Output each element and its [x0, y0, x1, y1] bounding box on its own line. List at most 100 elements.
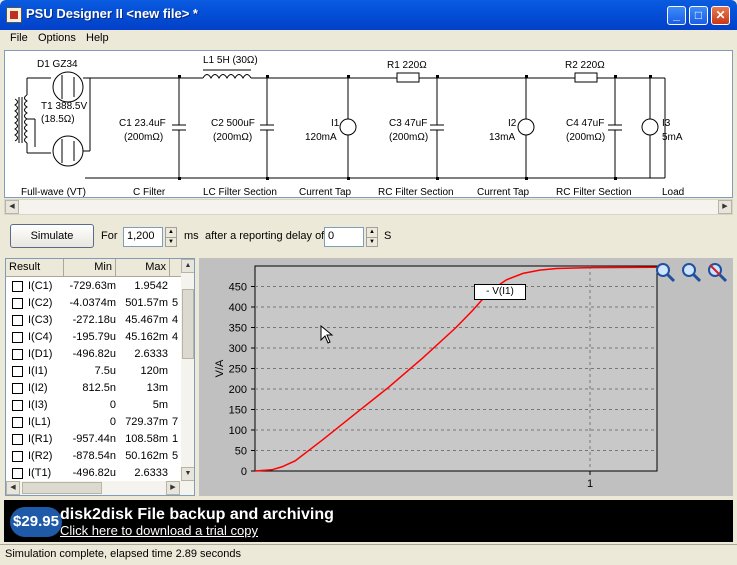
label-i3-current: 5mA [662, 132, 683, 143]
table-row[interactable]: I(D1) -496.82u 2.6333 [6, 346, 182, 363]
zoom-reset-icon[interactable] [706, 261, 728, 283]
section-rc-filter-2[interactable]: RC Filter Section [556, 187, 632, 197]
scroll-right-icon[interactable]: ▶ [166, 481, 180, 495]
row-checkbox[interactable] [12, 366, 23, 377]
header-max[interactable]: Max [116, 259, 170, 277]
mouse-cursor-icon [320, 324, 334, 348]
y-tick-label: 100 [229, 425, 247, 437]
row-result-name: I(L1) [28, 416, 51, 428]
duration-input[interactable]: 1,200 [123, 227, 163, 247]
schematic-canvas[interactable]: D1 GZ34 T1 388.5V (18.5Ω) L1 5H (30Ω) R1… [4, 50, 733, 198]
maximize-button[interactable]: □ [689, 6, 708, 25]
spin-up-icon[interactable]: ▲ [367, 228, 377, 238]
section-current-tap-2[interactable]: Current Tap [477, 187, 529, 197]
table-row[interactable]: I(C1) -729.63m 1.9542 [6, 278, 182, 295]
header-min[interactable]: Min [64, 259, 116, 277]
table-row[interactable]: I(R1) -957.44n 108.58m 1 [6, 431, 182, 448]
table-row[interactable]: I(T1) -496.82u 2.6333 [6, 465, 182, 482]
row-checkbox[interactable] [12, 298, 23, 309]
row-checkbox[interactable] [12, 434, 23, 445]
row-checkbox[interactable] [12, 349, 23, 360]
simulate-button[interactable]: Simulate [10, 224, 94, 248]
row-max-value: 45.162m [125, 331, 168, 343]
table-row[interactable]: I(C4) -195.79u 45.162m 4 [6, 329, 182, 346]
results-vscrollbar[interactable]: ▲ ▼ [181, 259, 194, 481]
zoom-in-icon[interactable] [654, 261, 676, 283]
row-min-value: 7.5u [94, 365, 116, 377]
section-lc-filter[interactable]: LC Filter Section [203, 187, 277, 197]
for-label: For [101, 230, 118, 242]
row-checkbox[interactable] [12, 281, 23, 292]
chart-panel[interactable]: 0 50 100 150 200 250 300 350 400 450 1 V/A [199, 258, 733, 496]
banner-download-link[interactable]: Click here to download a trial copy [60, 523, 258, 538]
delay-stepper[interactable]: ▲ ▼ [366, 227, 378, 247]
close-button[interactable]: ✕ [711, 6, 730, 25]
y-tick-label: 350 [229, 323, 247, 335]
row-checkbox[interactable] [12, 315, 23, 326]
section-current-tap-1[interactable]: Current Tap [299, 187, 351, 197]
row-max-value: 108.58m [125, 433, 168, 445]
row-extra-value: 5 [172, 297, 179, 309]
menu-options[interactable]: Options [38, 32, 76, 44]
price-badge: $29.95 [10, 507, 62, 537]
scroll-down-icon[interactable]: ▼ [181, 467, 194, 481]
section-rc-filter-1[interactable]: RC Filter Section [378, 187, 454, 197]
row-min-value: -878.54n [72, 450, 116, 462]
zoom-out-icon[interactable] [680, 261, 702, 283]
ms-label: ms [184, 230, 199, 242]
duration-stepper[interactable]: ▲ ▼ [165, 227, 177, 247]
app-icon[interactable] [6, 7, 22, 23]
menu-help[interactable]: Help [86, 32, 109, 44]
row-min-value: -496.82u [72, 348, 116, 360]
spin-down-icon[interactable]: ▼ [367, 238, 377, 247]
status-bar: Simulation complete, elapsed time 2.89 s… [0, 544, 737, 565]
y-tick-label: 50 [235, 446, 247, 458]
table-row[interactable]: I(I2) 812.5n 13m [6, 380, 182, 397]
row-result-name: I(R2) [28, 450, 53, 462]
results-hscrollbar[interactable]: ◀ ▶ [6, 481, 194, 495]
table-row[interactable]: I(C2) -4.0374m 501.57m 5 [6, 295, 182, 312]
hscroll-thumb[interactable] [22, 482, 102, 494]
y-tick-label: 250 [229, 364, 247, 376]
scroll-left-icon[interactable]: ◀ [6, 481, 20, 495]
table-row[interactable]: I(I1) 7.5u 120m [6, 363, 182, 380]
section-c-filter[interactable]: C Filter [133, 187, 165, 197]
voltage-chart[interactable]: 0 50 100 150 200 250 300 350 400 450 1 V/A [199, 258, 733, 496]
section-fullwave[interactable]: Full-wave (VT) [21, 187, 86, 197]
row-min-value: -272.18u [72, 314, 116, 326]
title-bar[interactable]: PSU Designer II <new file> * _ □ ✕ [0, 0, 737, 30]
section-load[interactable]: Load [662, 187, 684, 197]
row-checkbox[interactable] [12, 451, 23, 462]
row-checkbox[interactable] [12, 332, 23, 343]
row-checkbox[interactable] [12, 383, 23, 394]
scroll-thumb[interactable] [182, 289, 194, 359]
label-t1-voltage: T1 388.5V [41, 101, 88, 112]
ad-banner[interactable]: $29.95 disk2disk File backup and archivi… [4, 500, 733, 542]
spin-up-icon[interactable]: ▲ [166, 228, 176, 238]
row-checkbox[interactable] [12, 417, 23, 428]
scroll-left-icon[interactable]: ◀ [5, 200, 19, 214]
table-row[interactable]: I(I3) 0 5m [6, 397, 182, 414]
row-min-value: -496.82u [72, 467, 116, 479]
schematic-hscrollbar[interactable]: ◀ ▶ [4, 199, 733, 215]
label-i2: I2 [508, 118, 517, 129]
row-result-name: I(D1) [28, 348, 53, 360]
spin-down-icon[interactable]: ▼ [166, 238, 176, 247]
table-row[interactable]: I(L1) 0 729.37m 7 [6, 414, 182, 431]
row-checkbox[interactable] [12, 400, 23, 411]
row-checkbox[interactable] [12, 468, 23, 479]
row-result-name: I(R1) [28, 433, 53, 445]
table-row[interactable]: I(R2) -878.54n 50.162m 5 [6, 448, 182, 465]
y-tick-label: 150 [229, 405, 247, 417]
menu-file[interactable]: File [10, 32, 28, 44]
scroll-right-icon[interactable]: ▶ [718, 200, 732, 214]
row-result-name: I(C1) [28, 280, 53, 292]
minimize-button[interactable]: _ [667, 6, 686, 25]
results-table[interactable]: Result Min Max I(C1) -729.63m 1.9542 I(C2) -… [5, 258, 195, 496]
table-row[interactable]: I(C3) -272.18u 45.467m 4 [6, 312, 182, 329]
header-result[interactable]: Result [6, 259, 64, 277]
label-c2: C2 500uF [211, 118, 255, 129]
delay-input[interactable]: 0 [324, 227, 364, 247]
row-max-value: 729.37m [125, 416, 168, 428]
scroll-up-icon[interactable]: ▲ [181, 259, 194, 273]
